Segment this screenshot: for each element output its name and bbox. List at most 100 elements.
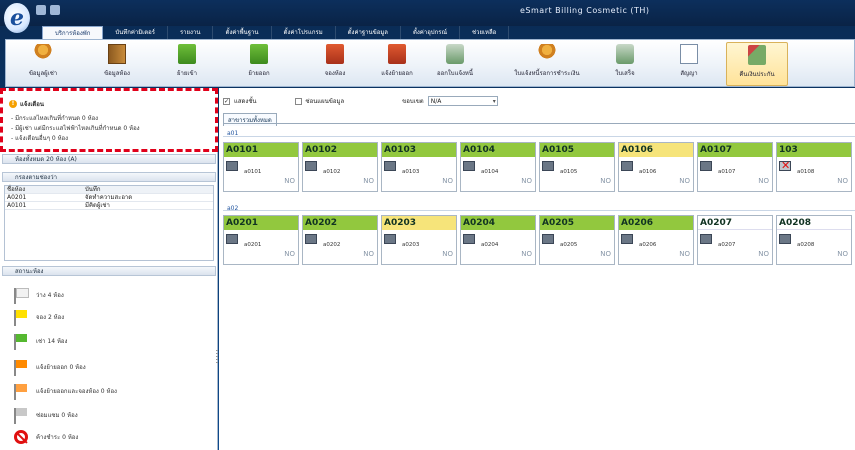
room-tile[interactable]: A0104 a0104 NO [460, 142, 536, 192]
app-logo-icon[interactable]: e [4, 3, 30, 33]
tab-database-settings[interactable]: ตั้งค่าฐานข้อมูล [336, 26, 401, 39]
column-room-name[interactable]: ชื่อห้อง [5, 186, 85, 193]
room-tile[interactable]: A0201 a0201 NO [223, 215, 299, 265]
table-cell: A0201 [7, 194, 27, 201]
notify-out-icon [388, 44, 406, 64]
meter-icon [463, 161, 475, 171]
table-row[interactable]: A0201 จัดทำความสะอาด [5, 194, 213, 202]
status-notify-reserve[interactable]: แจ้งย้ายออกและจองห้อง 0 ห้อง [14, 384, 117, 400]
move-in-label: ย้ายเข้า [177, 70, 197, 77]
show-floor-checkbox[interactable]: ✓ [223, 97, 230, 105]
room-code: a0205 [560, 242, 578, 248]
room-status: NO [679, 250, 690, 258]
issue-invoice-button[interactable]: ออกใบแจ้งหนี้ [424, 42, 486, 86]
column-note[interactable]: บันทึก [85, 186, 213, 193]
room-tile[interactable]: A0102 a0102 NO [302, 142, 378, 192]
room-tile[interactable]: A0107 a0107 NO [697, 142, 773, 192]
orange-flag-icon [14, 360, 28, 376]
contract-button[interactable]: สัญญา [658, 42, 720, 86]
tab-room-service[interactable]: บริการห้องพัก [42, 26, 104, 39]
tenant-info-label: ข้อมูลผู้เช่า [28, 70, 58, 77]
tenant-info-button[interactable]: ข้อมูลผู้เช่า [12, 42, 74, 86]
move-out-button[interactable]: ย้ายออก [228, 42, 290, 86]
room-tile[interactable]: A0208 a0208 NO [776, 215, 852, 265]
tab-all-branches[interactable]: สาขารวมทั้งหมด [223, 113, 277, 126]
room-name: A0105 [540, 143, 614, 157]
pending-invoices-button[interactable]: ใบแจ้งหนี้รอการชำระเงิน [504, 42, 590, 86]
zone-label: ขอบเขต [402, 98, 424, 105]
alert-box: ! แจ้งเตือน - มีกระแสไหลเกินที่กำหนด 0 ห… [0, 88, 218, 152]
room-tile[interactable]: A0203 a0203 NO [381, 215, 457, 265]
room-tile[interactable]: A0106 a0106 NO [618, 142, 694, 192]
table-cell: A0101 [7, 202, 27, 209]
room-name: 103 [777, 143, 851, 157]
status-rented[interactable]: เช่า 14 ห้อง [14, 334, 67, 350]
notify-move-out-button[interactable]: แจ้งย้ายออก [366, 42, 428, 86]
warning-icon: ! [9, 100, 17, 108]
room-status: NO [442, 177, 453, 185]
room-name: A0206 [619, 216, 693, 230]
refund-deposit-button[interactable]: คืนเงินประกัน [726, 42, 788, 86]
meter-icon [305, 161, 317, 171]
gray-flag-icon [14, 408, 28, 424]
status-overdue-label: ค้างชำระ 0 ห้อง [36, 434, 79, 441]
reserve-room-label: จองห้อง [324, 70, 346, 77]
status-notify-out[interactable]: แจ้งย้ายออก 0 ห้อง [14, 360, 86, 376]
room-info-label: ข้อมูลห้อง [104, 70, 130, 77]
room-status: NO [284, 250, 295, 258]
room-tile[interactable]: A0105 a0105 NO [539, 142, 615, 192]
room-tile[interactable]: A0103 a0103 NO [381, 142, 457, 192]
status-panel-title: สถานะห้อง [15, 268, 44, 275]
room-code: a0207 [718, 242, 736, 248]
move-in-button[interactable]: ย้ายเข้า [156, 42, 218, 86]
room-code: a0106 [639, 169, 657, 175]
room-code: a0108 [797, 169, 815, 175]
room-status: NO [679, 177, 690, 185]
ribbon-tabs: บริการห้องพัก บันทึกค่ามิเตอร์ รายงาน ตั… [42, 26, 510, 39]
filter-panel-title: กรองตามช่องว่า [15, 174, 57, 181]
status-repair[interactable]: ซ่อมแซม 0 ห้อง [14, 408, 78, 424]
room-name: A0202 [303, 216, 377, 230]
room-tile[interactable]: A0206 a0206 NO [618, 215, 694, 265]
filter-panel-header[interactable]: กรองตามช่องว่า [2, 172, 216, 182]
save-icon[interactable] [36, 5, 46, 15]
room-tile[interactable]: A0202 a0202 NO [302, 215, 378, 265]
receipt-button[interactable]: ใบเสร็จ [594, 42, 656, 86]
no-entry-icon [14, 430, 28, 444]
panel-splitter[interactable] [216, 350, 218, 364]
room-code: a0208 [797, 242, 815, 248]
room-status: NO [521, 250, 532, 258]
room-tile[interactable]: A0207 a0207 NO [697, 215, 773, 265]
room-summary-header[interactable]: ห้องทั้งหมด 20 ห้อง (A) [2, 154, 216, 164]
green-flag-icon [14, 334, 28, 350]
room-tile[interactable]: A0204 a0204 NO [460, 215, 536, 265]
dropdown-icon[interactable] [50, 5, 60, 15]
room-info-button[interactable]: ข้อมูลห้อง [86, 42, 148, 86]
status-reserved[interactable]: จอง 2 ห้อง [14, 310, 64, 326]
hide-info-checkbox[interactable] [294, 97, 302, 105]
room-tile[interactable]: A0101 a0101 NO [223, 142, 299, 192]
hide-info-label: ซ่อนแผนข้อมูล [305, 98, 345, 105]
meter-icon [384, 161, 396, 171]
move-in-icon [178, 44, 196, 64]
tab-program-settings[interactable]: ตั้งค่าโปรแกรม [272, 26, 336, 39]
room-tile[interactable]: 103 a0108 NO [776, 142, 852, 192]
status-overdue[interactable]: ค้างชำระ 0 ห้อง [14, 430, 78, 444]
room-name: A0102 [303, 143, 377, 157]
tab-basic-settings[interactable]: ตั้งค่าพื้นฐาน [213, 26, 272, 39]
zone-select[interactable]: N/A [427, 96, 498, 106]
room-summary-text: ห้องทั้งหมด 20 ห้อง (A) [15, 156, 77, 163]
meter-error-icon [779, 159, 791, 172]
light-orange-flag-icon [14, 384, 28, 400]
tab-device-settings[interactable]: ตั้งค่าอุปกรณ์ [401, 26, 461, 39]
table-row[interactable]: A0101 มีคิดผู้เช่า [5, 202, 213, 210]
alert-line-tenant-overcurrent: - มีผู้เช่า แต่มีกระแสไฟฟ้าไหลเกินที่กำห… [11, 125, 140, 132]
reserve-room-button[interactable]: จองห้อง [304, 42, 366, 86]
tab-help[interactable]: ช่วยเหลือ [460, 26, 510, 39]
tab-meter-record[interactable]: บันทึกค่ามิเตอร์ [103, 26, 168, 39]
status-vacant[interactable]: ว่าง 4 ห้อง [14, 288, 64, 304]
room-tile[interactable]: A0205 a0205 NO [539, 215, 615, 265]
tab-report[interactable]: รายงาน [168, 26, 214, 39]
move-out-label: ย้ายออก [248, 70, 270, 77]
status-panel-header[interactable]: สถานะห้อง [2, 266, 216, 276]
